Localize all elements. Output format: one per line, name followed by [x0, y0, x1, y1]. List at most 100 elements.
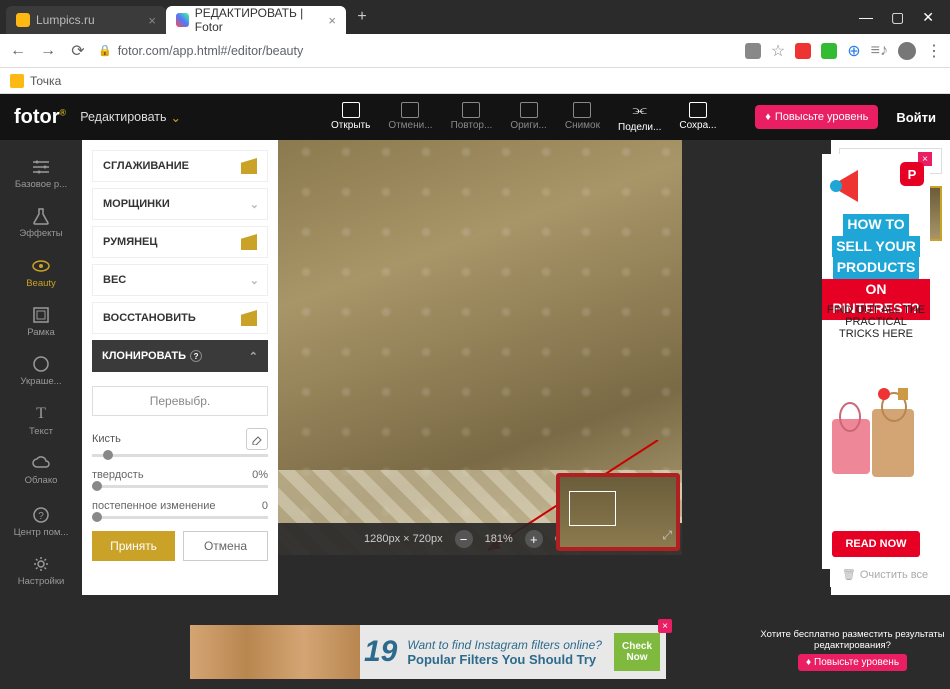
reselect-button[interactable]: Перевыбр. [92, 386, 268, 416]
fotor-logo[interactable]: fotor® [14, 106, 66, 129]
lock-icon: 🔒 [98, 44, 112, 57]
tool-beauty[interactable]: Beauty [0, 249, 82, 296]
brush-slider[interactable] [92, 454, 268, 457]
tool-text[interactable]: TТекст [0, 397, 82, 444]
beauty-panel: СГЛАЖИВАНИЕ МОРЩИНКИ⌄ РУМЯНЕЦ ВЕС⌄ ВОССТ… [82, 140, 278, 595]
help-icon[interactable]: ? [190, 350, 202, 362]
acc-weight[interactable]: ВЕС⌄ [92, 264, 268, 296]
chevron-down-icon: ⌄ [171, 110, 181, 125]
help-icon: ? [31, 506, 51, 524]
translate-icon[interactable] [745, 43, 761, 59]
left-toolbar: Базовое р... Эффекты Beauty Рамка Украше… [0, 140, 82, 595]
tool-basic[interactable]: Базовое р... [0, 150, 82, 197]
tool-decor[interactable]: Украше... [0, 348, 82, 395]
menu-icon[interactable]: ⋮ [926, 41, 942, 61]
tool-effects[interactable]: Эффекты [0, 199, 82, 246]
open-button[interactable]: Открыть [331, 102, 370, 133]
bookmark-item[interactable]: Точка [30, 74, 61, 88]
ad-subtext: FIND OUT ALL THE PRACTICAL TRICKS HERE [826, 304, 926, 340]
folder-icon [10, 74, 24, 88]
acc-blush[interactable]: РУМЯНЕЦ [92, 226, 268, 258]
canvas-image[interactable]: 1280px × 720px − 181% + Сравн... ⤢ [278, 140, 682, 555]
maximize-icon[interactable]: ▢ [891, 9, 904, 26]
check-now-button[interactable]: Check Now [614, 633, 660, 671]
brush-label: Кисть [92, 433, 121, 445]
reload-icon[interactable]: ⟳ [68, 41, 88, 61]
avatar[interactable] [898, 42, 916, 60]
crown-icon [241, 234, 257, 250]
hardness-value: 0% [252, 469, 268, 481]
redo-button[interactable]: Повтор... [451, 102, 493, 133]
original-icon [520, 102, 538, 118]
cloud-icon [31, 454, 51, 472]
star-icon[interactable]: ☆ [771, 41, 785, 61]
sliders-icon [31, 158, 51, 176]
login-button[interactable]: Войти [896, 110, 936, 125]
acc-clone[interactable]: КЛОНИРОВАТЬ?⌃ [92, 340, 268, 372]
close-icon[interactable]: × [328, 13, 336, 28]
original-button[interactable]: Ориги... [510, 102, 547, 133]
share-button[interactable]: ⫘Подели... [618, 102, 661, 133]
redo-icon [462, 102, 480, 118]
tab-title: Lumpics.ru [36, 13, 95, 27]
upgrade-button[interactable]: ♦ Повысьте уровень [755, 105, 878, 129]
sticker-icon [31, 355, 51, 373]
pinterest-icon: P [900, 162, 924, 186]
tool-cloud[interactable]: Облако [0, 447, 82, 494]
back-icon[interactable]: ← [8, 41, 28, 61]
bags-illustration [822, 384, 930, 499]
zoom-out-button[interactable]: − [455, 530, 473, 548]
upgrade-button-small[interactable]: ♦Повысьте уровень [798, 654, 907, 671]
close-icon[interactable]: ✕ [922, 9, 934, 26]
promo-text: Хотите бесплатно разместить результаты р… [759, 629, 946, 651]
zoom-in-button[interactable]: + [525, 530, 543, 548]
eraser-button[interactable] [246, 428, 268, 450]
tab-lumpics[interactable]: Lumpics.ru × [6, 6, 166, 34]
tool-settings[interactable]: Настройки [0, 548, 82, 595]
minimize-icon[interactable]: — [859, 9, 873, 26]
trash-icon: 🗑 [842, 568, 856, 581]
acc-restore[interactable]: ВОССТАНОВИТЬ [92, 302, 268, 334]
sidebar-ad[interactable]: × P HOW TO SELL YOUR PRODUCTS ON PINTERE… [822, 154, 930, 569]
tool-help[interactable]: ?Центр пом... [0, 498, 82, 545]
share-icon: ⫘ [632, 102, 646, 120]
forward-icon[interactable]: → [38, 41, 58, 61]
cancel-button[interactable]: Отмена [183, 531, 268, 561]
hardness-slider[interactable] [92, 485, 268, 488]
adblock-icon[interactable] [795, 43, 811, 59]
chevron-up-icon: ⌃ [249, 350, 258, 363]
fade-slider[interactable] [92, 516, 268, 519]
save-button[interactable]: Сохра... [679, 102, 716, 133]
expand-icon[interactable]: ⤢ [662, 528, 672, 543]
accept-button[interactable]: Принять [92, 531, 175, 561]
globe-icon[interactable]: ⊕ [847, 41, 860, 61]
banner-ad[interactable]: × 19 Want to find Instagram filters onli… [190, 625, 666, 679]
tool-frame[interactable]: Рамка [0, 298, 82, 345]
url-field[interactable]: 🔒 fotor.com/app.html#/editor/beauty [98, 44, 735, 58]
reader-icon[interactable]: ≡♪ [871, 42, 888, 60]
tab-fotor[interactable]: РЕДАКТИРОВАТЬ | Fotor × [166, 6, 346, 34]
edit-dropdown[interactable]: Редактировать ⌄ [80, 110, 181, 125]
read-now-button[interactable]: READ NOW [832, 531, 920, 557]
acc-smooth[interactable]: СГЛАЖИВАНИЕ [92, 150, 268, 182]
crown-icon [241, 158, 257, 174]
svg-text:?: ? [38, 511, 44, 522]
hardness-label: твердость [92, 469, 144, 481]
bookmarks-bar: Точка [0, 68, 950, 94]
snapshot-button[interactable]: Снимок [565, 102, 600, 133]
canvas-area: 1280px × 720px − 181% + Сравн... ⤢ › [278, 140, 831, 595]
ext-green-icon[interactable] [821, 43, 837, 59]
navigator-thumbnail[interactable]: ⤢ [556, 473, 680, 551]
fade-label: постепенное изменение [92, 500, 216, 512]
undo-button[interactable]: Отмени... [388, 102, 432, 133]
edit-label: Редактировать [80, 110, 166, 124]
top-actions: Открыть Отмени... Повтор... Ориги... Сни… [331, 102, 716, 133]
save-icon [689, 102, 707, 118]
close-icon[interactable]: × [148, 13, 156, 28]
text-icon: T [31, 405, 51, 423]
new-tab-button[interactable]: + [350, 5, 374, 29]
close-icon[interactable]: × [658, 619, 672, 633]
chevron-down-icon: ⌄ [250, 198, 259, 211]
window-controls: — ▢ ✕ [859, 9, 944, 26]
acc-wrinkles[interactable]: МОРЩИНКИ⌄ [92, 188, 268, 220]
